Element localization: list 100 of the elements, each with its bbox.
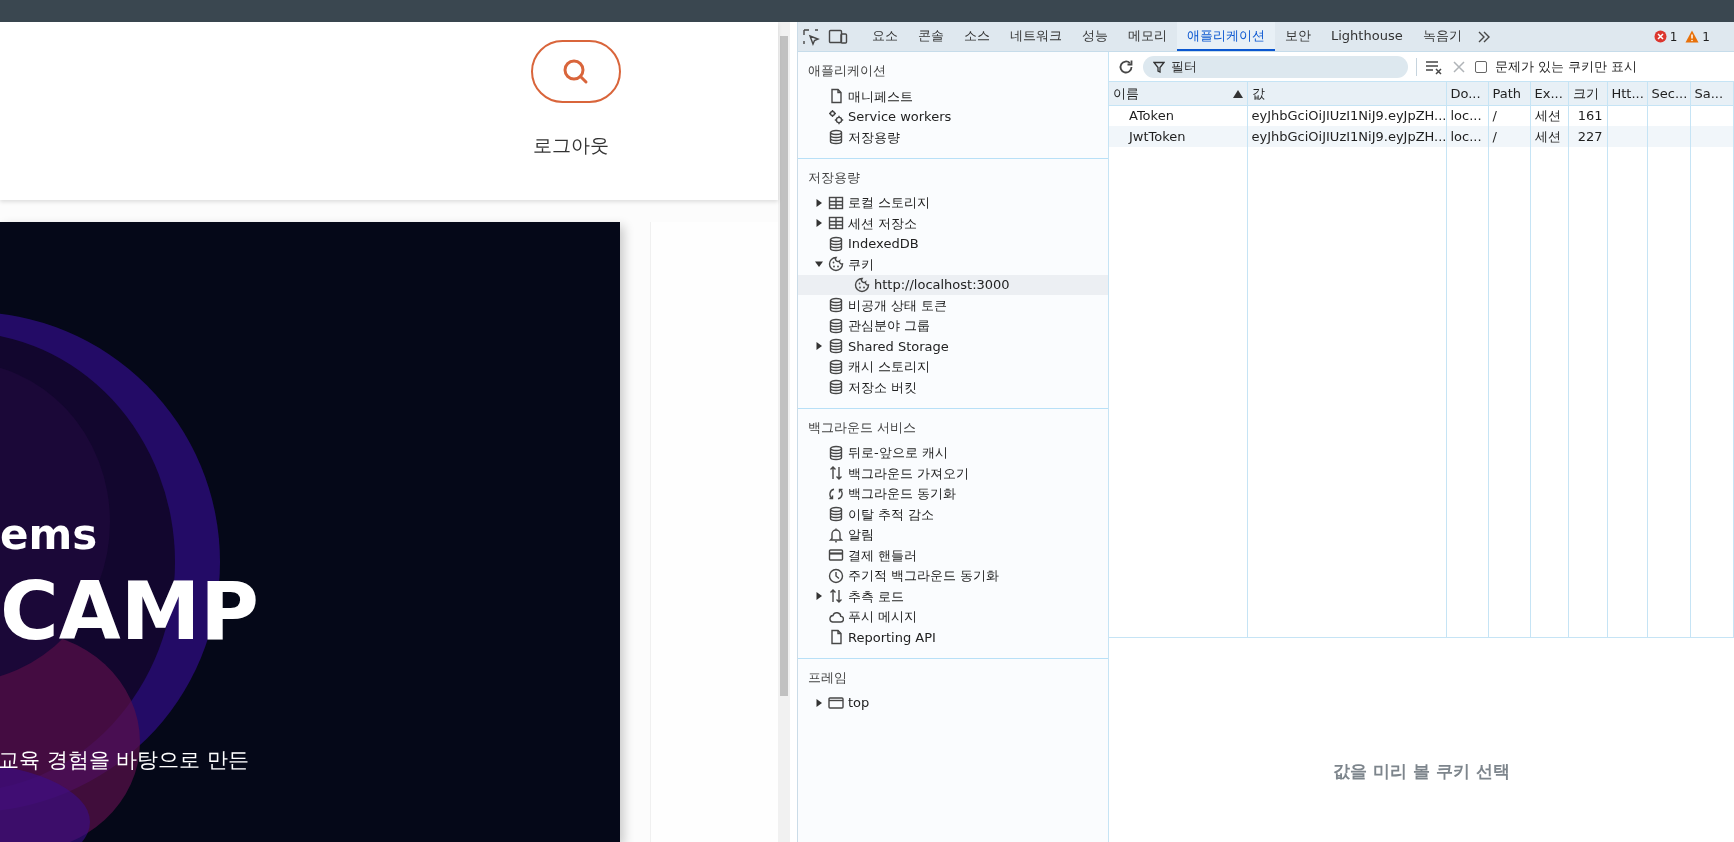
database-icon — [828, 506, 844, 523]
column-header[interactable]: Sec... — [1647, 82, 1690, 105]
sidebar-item[interactable]: 결제 핸들러 — [798, 545, 1108, 566]
file-icon — [828, 88, 844, 105]
devtools-tab[interactable]: 보안 — [1275, 22, 1321, 51]
sidebar-item[interactable]: 백그라운드 동기화 — [798, 483, 1108, 504]
column-header[interactable]: Ex... — [1530, 82, 1568, 105]
table-cell: loc... — [1450, 108, 1482, 123]
sidebar-item[interactable]: http://localhost:3000 — [798, 274, 1108, 295]
column-header[interactable]: 크기 — [1568, 82, 1607, 105]
bell-icon — [828, 526, 844, 543]
section-title: 애플리케이션 — [807, 62, 887, 80]
section-title: 프레임 — [807, 668, 848, 687]
devtools-tab[interactable]: 요소 — [862, 22, 908, 51]
inspect-icon[interactable] — [802, 27, 820, 46]
section-title: 백그라운드 서비스 — [807, 418, 918, 437]
sidebar-item[interactable]: 저장소 버킷 — [798, 377, 1108, 398]
column-header[interactable]: Path — [1488, 82, 1530, 105]
database-icon — [828, 379, 844, 396]
devtools-tab[interactable]: 메모리 — [1118, 22, 1177, 51]
device-toolbar-icon[interactable] — [828, 27, 848, 46]
devtools-tab[interactable]: 콘솔 — [908, 22, 954, 51]
sidebar-item[interactable]: Shared Storage — [798, 336, 1108, 357]
up-down-arrows-icon — [828, 588, 844, 605]
sidebar-item[interactable]: 매니페스트 — [798, 86, 1108, 107]
sidebar-item[interactable]: IndexedDB — [798, 233, 1108, 254]
sidebar-item[interactable]: 쿠키 — [798, 254, 1108, 275]
table-icon — [828, 215, 844, 232]
column-header[interactable]: 값 — [1247, 82, 1446, 105]
sidebar-item[interactable]: 관심분야 그룹 — [798, 315, 1108, 336]
devtools-tab[interactable]: 성능 — [1072, 22, 1118, 51]
sidebar-item[interactable]: 주기적 백그라운드 동기화 — [798, 565, 1108, 586]
file-icon — [828, 629, 844, 646]
sidebar-item[interactable]: top — [798, 692, 1108, 713]
up-down-arrows-icon — [828, 465, 844, 482]
sidebar-item[interactable]: 저장용량 — [798, 127, 1108, 148]
database-icon — [828, 358, 844, 375]
error-icon — [1653, 30, 1667, 43]
error-count: 1 — [1669, 28, 1678, 46]
filter-icon — [1153, 60, 1165, 73]
sidebar-item[interactable]: Service workers — [798, 106, 1108, 127]
brand-text: ems — [0, 514, 98, 556]
table-cell: eyJhbGciOiJIUzI1NiJ9.eyJpZH... — [1251, 108, 1445, 123]
filter-field[interactable]: 필터 — [1143, 55, 1408, 78]
banner-title: CAMP — [0, 572, 259, 652]
sidebar-item[interactable]: 캐시 스토리지 — [798, 356, 1108, 377]
banner-subtitle: 교육 경험을 바탕으로 만든 — [0, 748, 250, 774]
table-cell: 161 — [1577, 108, 1603, 123]
devtools-tab[interactable]: 네트워크 — [1000, 22, 1072, 51]
sidebar-item[interactable]: 푸시 메시지 — [798, 606, 1108, 627]
sidebar-item[interactable]: 로컬 스토리지 — [798, 192, 1108, 213]
sidebar-item[interactable]: Reporting API — [798, 627, 1108, 648]
sidebar-item[interactable]: 알림 — [798, 524, 1108, 545]
table-cell: JwtToken — [1129, 128, 1186, 144]
table-cell: 227 — [1577, 128, 1603, 144]
checkbox-label: 문제가 있는 쿠키만 표시 — [1495, 57, 1638, 76]
clear-all-icon[interactable] — [1425, 59, 1443, 76]
database-icon — [828, 444, 844, 461]
devtools-tab[interactable]: Lighthouse — [1321, 22, 1413, 51]
database-icon — [828, 235, 844, 252]
table-cell: loc... — [1450, 128, 1482, 144]
filter-input[interactable]: 필터 — [1171, 56, 1391, 77]
database-icon — [828, 129, 844, 146]
table-row[interactable]: AToken eyJhbGciOiJIUzI1NiJ9.eyJpZH... loc... / 세션 161 — [1109, 105, 1734, 126]
sidebar-item[interactable]: 이탈 추적 감소 — [798, 504, 1108, 525]
logout-link[interactable]: 로그아웃 — [533, 131, 609, 160]
preview-hint: 값을 미리 볼 쿠키 선택 — [1333, 760, 1510, 784]
scrollbar[interactable] — [778, 22, 790, 842]
warning-count: 1 — [1702, 28, 1710, 46]
table-icon — [828, 194, 844, 211]
devtools-tab[interactable]: 녹음기 — [1412, 22, 1472, 51]
table-cell: eyJhbGciOiJIUzI1NiJ9.eyJpZH... — [1251, 128, 1445, 144]
column-header[interactable]: Sa... — [1690, 82, 1734, 105]
table-cell: / — [1492, 128, 1497, 144]
table-cell: 세션 — [1534, 108, 1561, 123]
column-header[interactable]: Do... — [1446, 82, 1488, 105]
database-icon — [828, 297, 844, 314]
card-icon — [828, 547, 844, 564]
database-icon — [828, 338, 844, 355]
table-cell: / — [1492, 108, 1497, 123]
column-header[interactable]: 이름 — [1109, 82, 1247, 105]
database-icon — [828, 317, 844, 334]
sidebar-item[interactable]: 뒤로-앞으로 캐시 — [798, 442, 1108, 463]
checkbox[interactable] — [1475, 60, 1487, 73]
cookie-icon — [828, 256, 844, 273]
column-header[interactable]: Htt... — [1607, 82, 1647, 105]
sidebar-item[interactable]: 세션 저장소 — [798, 213, 1108, 234]
table-row[interactable]: JwtToken eyJhbGciOiJIUzI1NiJ9.eyJpZH... loc... / 세션 227 — [1109, 126, 1734, 147]
devtools-tab[interactable]: 소스 — [954, 22, 1000, 51]
sidebar-item[interactable]: 백그라운드 가져오기 — [798, 463, 1108, 484]
frame-icon — [828, 694, 844, 711]
warning-icon — [1685, 30, 1700, 43]
table-cell: AToken — [1129, 108, 1174, 123]
section-title: 저장용량 — [807, 168, 861, 187]
clock-icon — [828, 567, 844, 584]
devtools-tab[interactable]: 애플리케이션 — [1177, 22, 1275, 51]
sidebar-item[interactable]: 비공개 상태 토큰 — [798, 295, 1108, 316]
sidebar-item[interactable]: 추측 로드 — [798, 586, 1108, 607]
cookie-icon — [854, 276, 870, 293]
table-cell: 세션 — [1534, 128, 1561, 144]
